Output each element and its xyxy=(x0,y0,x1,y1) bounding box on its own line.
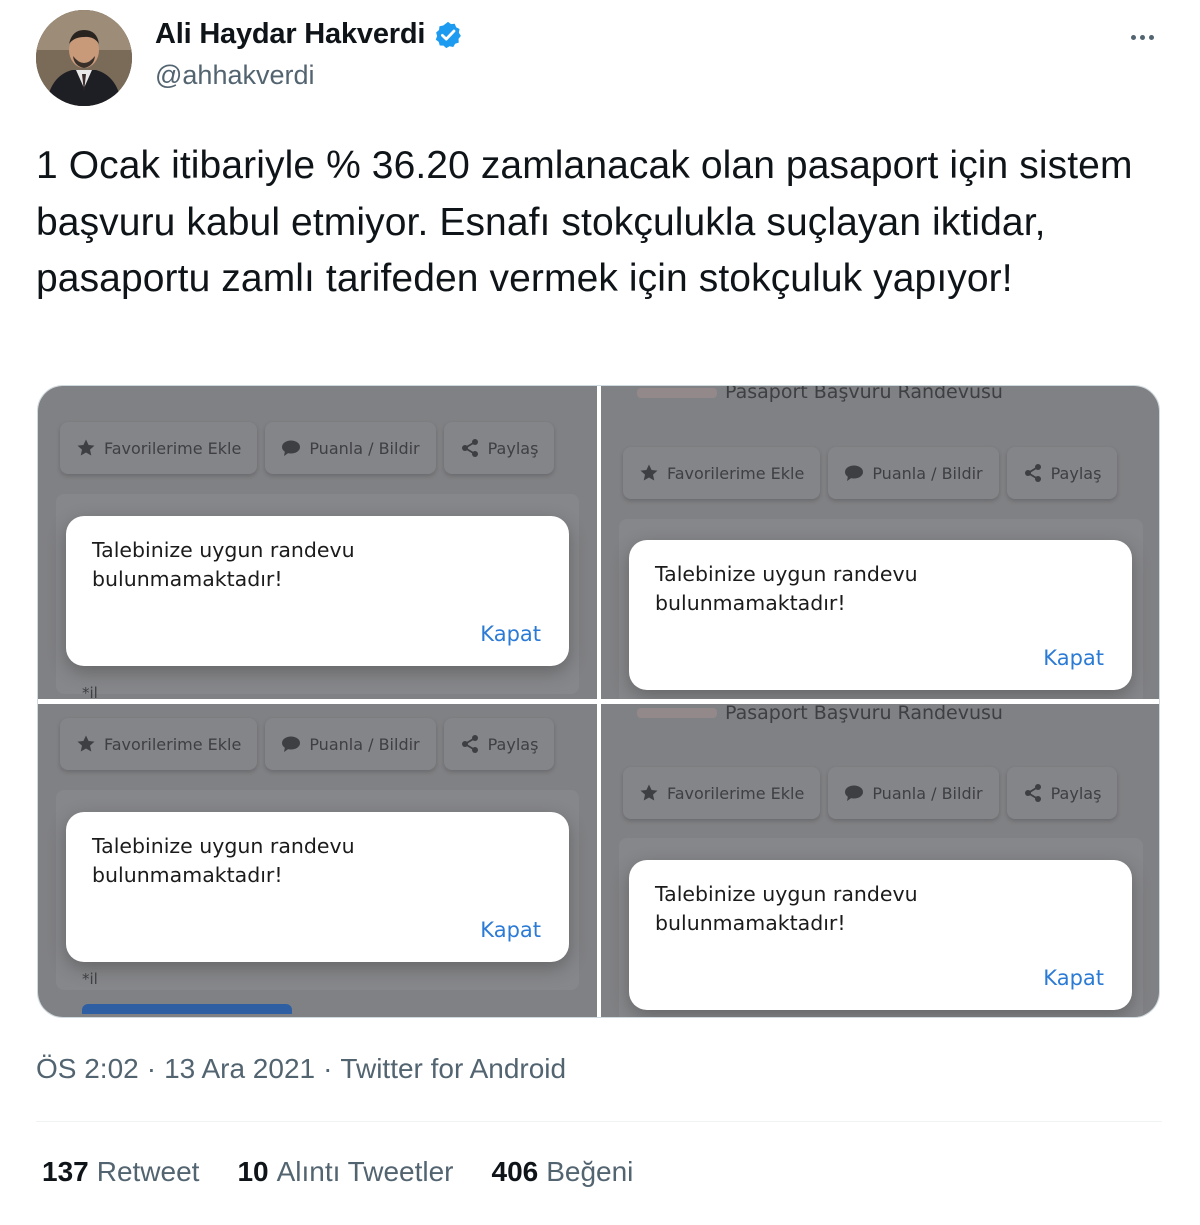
author-handle[interactable]: @ahhakverdi xyxy=(155,60,315,91)
rate-button: Puanla / Bildir xyxy=(265,718,436,770)
alert-dialog: Talebinize uygun randevu bulunmamaktadır… xyxy=(629,540,1132,690)
tweet-time[interactable]: ÖS 2:02 xyxy=(36,1053,139,1085)
like-count-link[interactable]: 406 Beğeni xyxy=(492,1156,634,1188)
engagement-stats: 137 Retweet 10 Alıntı Tweetler 406 Beğen… xyxy=(42,1156,633,1188)
page-title: Pasaport Başvuru Randevusu xyxy=(725,704,1003,724)
rate-label: Puanla / Bildir xyxy=(872,463,983,483)
speech-bubble-icon xyxy=(845,465,864,481)
divider xyxy=(36,1121,1162,1122)
alert-dialog: Talebinize uygun randevu bulunmamaktadır… xyxy=(66,516,569,666)
blue-button-edge xyxy=(82,1004,292,1014)
share-label: Paylaş xyxy=(487,734,539,754)
favorites-label: Favorilerime Ekle xyxy=(104,734,242,754)
page-title: Pasaport Başvuru Randevusu xyxy=(725,386,1003,403)
author-name-row[interactable]: Ali Haydar Hakverdi xyxy=(155,18,463,51)
favorites-label: Favorilerime Ekle xyxy=(104,438,242,458)
favorites-button: Favorilerime Ekle xyxy=(60,718,258,770)
share-icon xyxy=(1024,464,1041,482)
star-icon xyxy=(640,784,658,801)
dialog-message: Talebinize uygun randevu bulunmamaktadır… xyxy=(92,538,355,591)
site-logo xyxy=(637,708,717,718)
dialog-close-button: Kapat xyxy=(480,918,541,942)
quote-count-link[interactable]: 10 Alıntı Tweetler xyxy=(237,1156,453,1188)
share-icon xyxy=(1024,784,1041,802)
speech-bubble-icon xyxy=(845,785,864,801)
like-count: 406 xyxy=(491,1156,539,1187)
dialog-message: Talebinize uygun randevu bulunmamaktadır… xyxy=(655,882,918,935)
favorites-label: Favorilerime Ekle xyxy=(667,463,805,483)
meta-separator: · xyxy=(323,1053,333,1084)
share-button: Paylaş xyxy=(443,718,555,770)
action-button-row: Favorilerime Ekle Puanla / Bildir Paylaş xyxy=(60,718,555,770)
tweet-card: Ali Haydar Hakverdi @ahhakverdi 1 Ocak i… xyxy=(0,0,1200,1225)
share-label: Paylaş xyxy=(1050,463,1102,483)
share-icon xyxy=(461,735,478,753)
tweet-date[interactable]: 13 Ara 2021 xyxy=(164,1053,315,1085)
meta-separator: · xyxy=(146,1053,157,1084)
tweet-source[interactable]: Twitter for Android xyxy=(340,1053,566,1085)
dialog-close-button: Kapat xyxy=(1043,646,1104,670)
media-grid[interactable]: Favorilerime Ekle Puanla / Bildir Paylaş… xyxy=(37,385,1160,1018)
like-label: Beğeni xyxy=(546,1156,634,1187)
tweet-meta: ÖS 2:02 · 13 Ara 2021 · Twitter for Andr… xyxy=(36,1053,566,1085)
action-button-row: Favorilerime Ekle Puanla / Bildir Paylaş xyxy=(623,767,1118,819)
bottom-mark: *il xyxy=(82,970,98,988)
author-display-name[interactable]: Ali Haydar Hakverdi xyxy=(155,18,425,51)
speech-bubble-icon xyxy=(282,736,301,752)
quote-count: 10 xyxy=(237,1156,269,1187)
media-image-1[interactable]: Favorilerime Ekle Puanla / Bildir Paylaş… xyxy=(38,386,597,699)
alert-dialog: Talebinize uygun randevu bulunmamaktadır… xyxy=(629,860,1132,1010)
quote-label: Alıntı Tweetler xyxy=(276,1156,454,1187)
share-label: Paylaş xyxy=(487,438,539,458)
action-button-row: Favorilerime Ekle Puanla / Bildir Paylaş xyxy=(60,422,555,474)
media-image-3[interactable]: Favorilerime Ekle Puanla / Bildir Paylaş… xyxy=(38,704,597,1017)
dialog-message: Talebinize uygun randevu bulunmamaktadır… xyxy=(92,834,355,887)
share-button: Paylaş xyxy=(1006,447,1118,499)
tweet-text: 1 Ocak itibariyle % 36.20 zamlanacak ola… xyxy=(36,144,1133,300)
star-icon xyxy=(77,735,95,752)
rate-button: Puanla / Bildir xyxy=(828,447,999,499)
favorites-button: Favorilerime Ekle xyxy=(623,767,821,819)
favorites-label: Favorilerime Ekle xyxy=(667,783,805,803)
dialog-close-button: Kapat xyxy=(480,622,541,646)
rate-label: Puanla / Bildir xyxy=(309,438,420,458)
rate-label: Puanla / Bildir xyxy=(309,734,420,754)
alert-dialog: Talebinize uygun randevu bulunmamaktadır… xyxy=(66,812,569,962)
rate-button: Puanla / Bildir xyxy=(265,422,436,474)
avatar-portrait xyxy=(36,10,132,106)
rate-button: Puanla / Bildir xyxy=(828,767,999,819)
star-icon xyxy=(77,439,95,456)
site-logo xyxy=(637,388,717,398)
dialog-close-button: Kapat xyxy=(1043,966,1104,990)
speech-bubble-icon xyxy=(282,440,301,456)
media-image-2[interactable]: Pasaport Başvuru Randevusu Favorilerime … xyxy=(601,386,1159,699)
dialog-message: Talebinize uygun randevu bulunmamaktadır… xyxy=(655,562,918,615)
more-options-icon[interactable] xyxy=(1122,22,1162,52)
media-image-4[interactable]: Pasaport Başvuru Randevusu Favorilerime … xyxy=(601,704,1159,1017)
share-icon xyxy=(461,439,478,457)
share-button: Paylaş xyxy=(1006,767,1118,819)
retweet-count: 137 xyxy=(42,1156,89,1187)
favorites-button: Favorilerime Ekle xyxy=(60,422,258,474)
share-button: Paylaş xyxy=(443,422,555,474)
avatar[interactable] xyxy=(36,10,132,106)
rate-label: Puanla / Bildir xyxy=(872,783,983,803)
favorites-button: Favorilerime Ekle xyxy=(623,447,821,499)
star-icon xyxy=(640,464,658,481)
verified-badge-icon xyxy=(433,20,463,50)
share-label: Paylaş xyxy=(1050,783,1102,803)
retweet-count-link[interactable]: 137 Retweet xyxy=(42,1156,199,1188)
action-button-row: Favorilerime Ekle Puanla / Bildir Paylaş xyxy=(623,447,1118,499)
retweet-label: Retweet xyxy=(96,1156,200,1187)
bottom-mark: *il xyxy=(82,684,98,699)
